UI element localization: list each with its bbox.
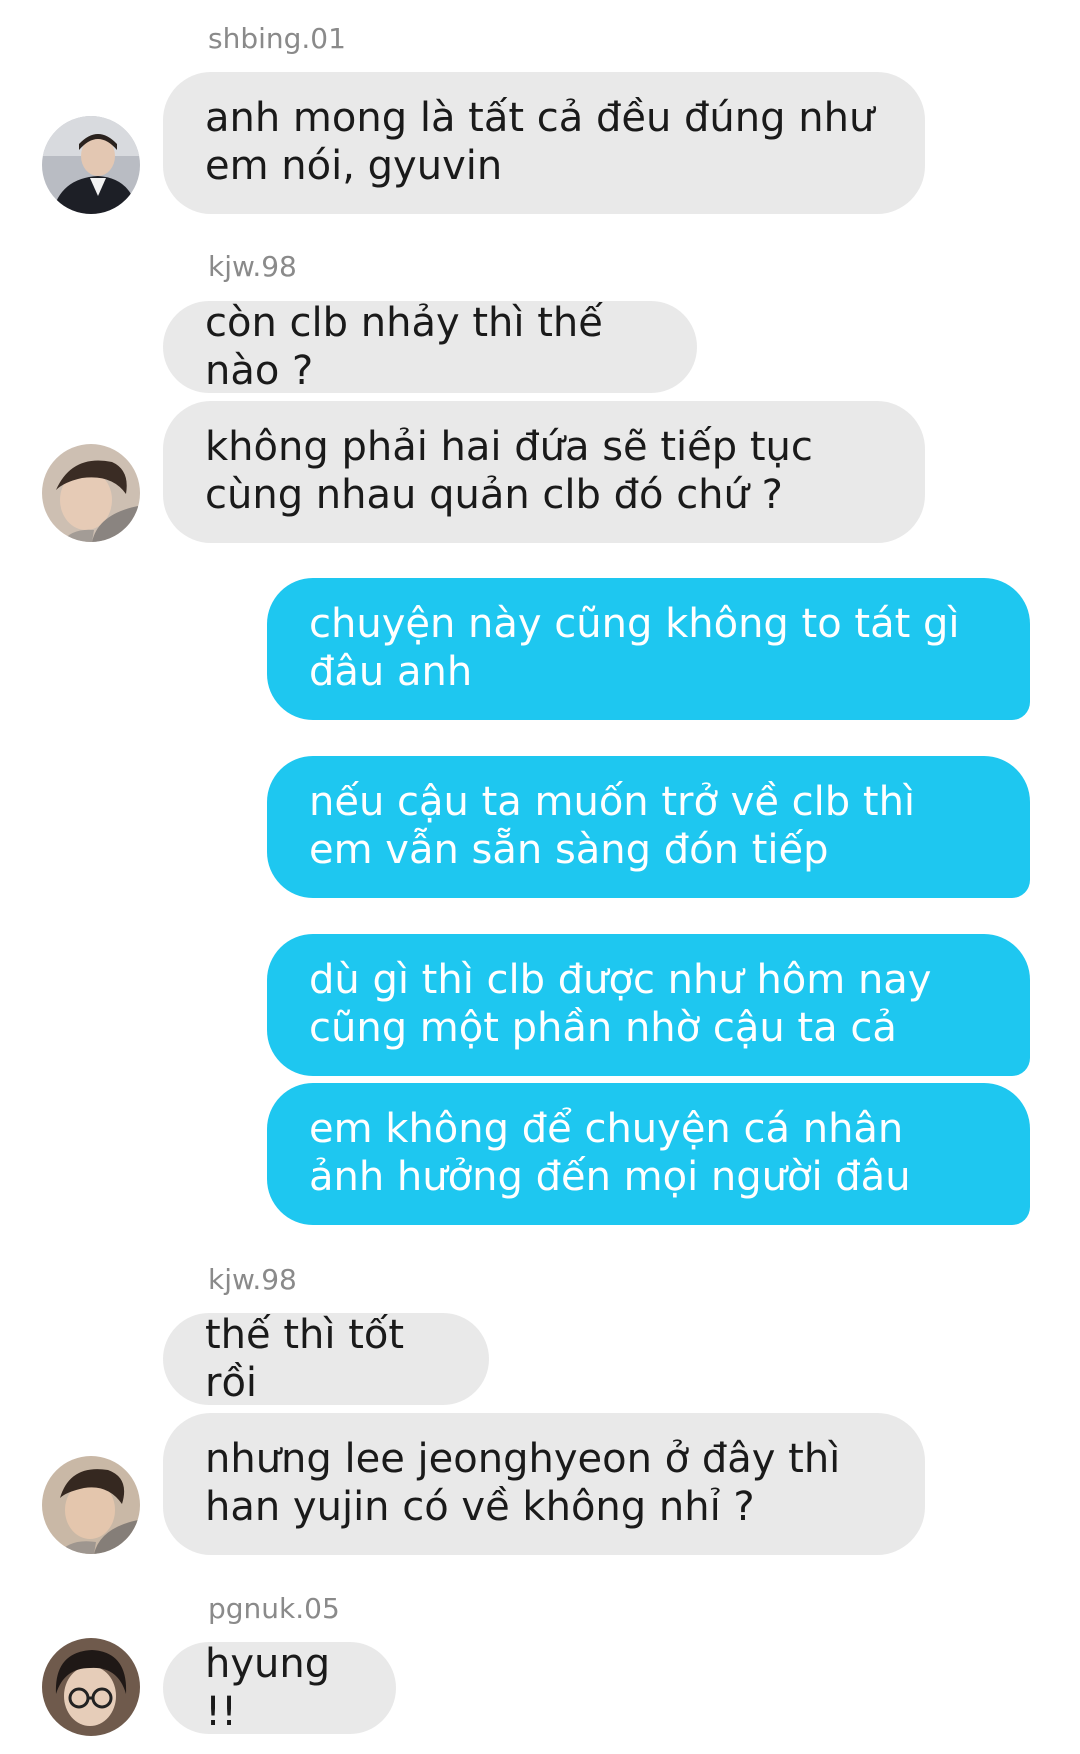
user-avatar-photo-icon: [42, 116, 140, 214]
avatar[interactable]: [42, 1638, 140, 1736]
message-bubble-outgoing[interactable]: nếu cậu ta muốn trở về clb thì em vẫn sẵ…: [267, 756, 1030, 898]
sender-name: pgnuk.05: [208, 1592, 340, 1625]
sender-name: shbing.01: [208, 22, 346, 55]
message-bubble-incoming[interactable]: hyung !!: [163, 1641, 396, 1735]
message-bubble-outgoing[interactable]: chuyện này cũng không to tát gì đâu anh: [267, 578, 1030, 720]
message-bubble-outgoing[interactable]: dù gì thì clb được như hôm nay cũng một …: [267, 934, 1030, 1076]
message-bubble-incoming[interactable]: nhưng lee jeonghyeon ở đây thì han yujin…: [163, 1413, 925, 1555]
message-bubble-incoming[interactable]: anh mong là tất cả đều đúng như em nói, …: [163, 72, 925, 214]
avatar[interactable]: [42, 444, 140, 542]
user-avatar-photo-icon: [42, 444, 140, 542]
message-bubble-incoming[interactable]: thế thì tốt rồi: [163, 1312, 489, 1406]
avatar[interactable]: [42, 116, 140, 214]
message-bubble-incoming[interactable]: còn clb nhảy thì thế nào ?: [163, 300, 697, 394]
avatar[interactable]: [42, 1456, 140, 1554]
user-avatar-photo-icon: [42, 1638, 140, 1736]
sender-name: kjw.98: [208, 1263, 297, 1296]
sender-name: kjw.98: [208, 250, 297, 283]
message-bubble-incoming[interactable]: không phải hai đứa sẽ tiếp tục cùng nhau…: [163, 401, 925, 543]
message-bubble-outgoing[interactable]: em không để chuyện cá nhân ảnh hưởng đến…: [267, 1083, 1030, 1225]
user-avatar-photo-icon: [42, 1456, 140, 1554]
